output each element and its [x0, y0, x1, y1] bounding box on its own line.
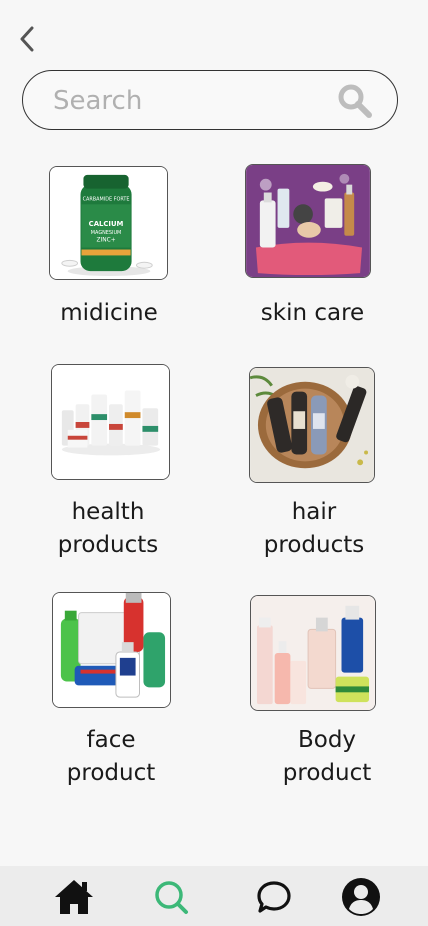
- home-icon: [55, 880, 93, 914]
- category-label-line: face: [86, 727, 136, 753]
- search-icon: [338, 84, 372, 118]
- skin-care-image: [246, 165, 370, 277]
- body-product-image: [251, 596, 375, 710]
- category-label-line: midicine: [60, 300, 158, 326]
- category-tile-skin-care[interactable]: [245, 164, 371, 278]
- nav-profile-button[interactable]: [339, 876, 383, 918]
- search-icon: [155, 881, 188, 914]
- category-tile-health-products[interactable]: [51, 364, 170, 480]
- category-label-line: product: [282, 760, 372, 786]
- back-button[interactable]: [14, 24, 40, 54]
- bottle-brand-text: CARBAMIDE FORTE: [83, 196, 130, 202]
- face-product-image: [53, 593, 170, 707]
- chat-bubble-icon: [257, 881, 291, 913]
- search-button[interactable]: [335, 83, 375, 119]
- category-label-line: Body: [297, 727, 357, 753]
- category-label-line: products: [263, 532, 365, 558]
- chevron-left-icon: [20, 26, 34, 52]
- category-tile-face-product[interactable]: [52, 592, 171, 708]
- bottle-text-2: MAGNESIUM: [91, 230, 121, 236]
- category-label-skin-care: skin care: [245, 297, 380, 330]
- category-label-medicine: midicine: [49, 297, 169, 330]
- bottle-text-3: ZINC+: [96, 238, 115, 244]
- health-products-image: [52, 365, 169, 479]
- medicine-image: CARBAMIDE FORTE CALCIUM MAGNESIUM ZINC+: [50, 167, 167, 279]
- search-bar: [22, 70, 398, 130]
- category-label-hair-products: hair products: [251, 496, 377, 562]
- search-input[interactable]: [53, 83, 323, 119]
- nav-chat-button[interactable]: [252, 876, 296, 918]
- nav-search-button[interactable]: [149, 876, 193, 918]
- user-circle-icon: [342, 878, 380, 916]
- category-tile-hair-products[interactable]: [249, 367, 375, 483]
- category-label-line: products: [57, 532, 159, 558]
- category-label-health-products: health products: [47, 496, 169, 562]
- nav-home-button[interactable]: [52, 876, 96, 918]
- hair-products-image: [250, 368, 374, 482]
- category-tile-medicine[interactable]: CARBAMIDE FORTE CALCIUM MAGNESIUM ZINC+: [49, 166, 168, 280]
- category-label-body-product: Body product: [262, 724, 392, 790]
- bottle-text-1: CALCIUM: [89, 220, 124, 228]
- category-label-line: health: [71, 499, 145, 525]
- category-label-face-product: face product: [51, 724, 171, 790]
- category-label-line: product: [66, 760, 156, 786]
- category-tile-body-product[interactable]: [250, 595, 376, 711]
- category-label-line: hair: [291, 499, 337, 525]
- category-label-line: skin care: [260, 300, 365, 326]
- bottom-navigation: [0, 866, 428, 926]
